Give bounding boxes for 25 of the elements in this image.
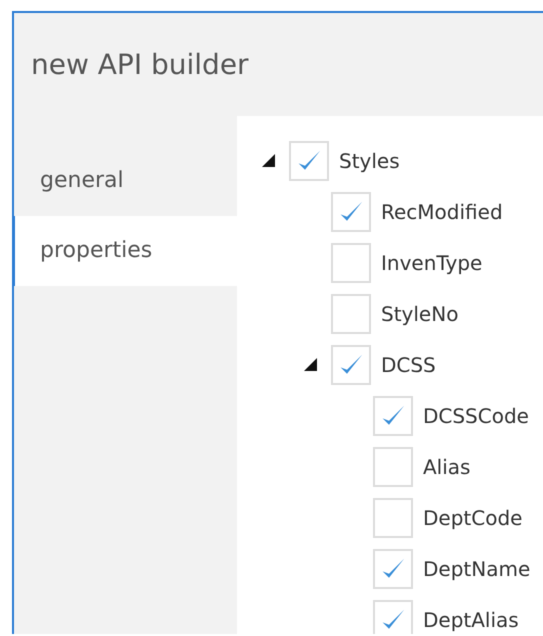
tree-item-label: DeptName xyxy=(423,556,530,580)
expand-arrow-icon[interactable] xyxy=(262,154,275,167)
sidebar-item[interactable]: general xyxy=(12,146,237,216)
tree-item-label: Alias xyxy=(423,454,470,478)
tree-item-label: DCSS xyxy=(381,352,436,376)
tree-item-label: InvenType xyxy=(381,250,482,274)
checkbox[interactable] xyxy=(373,396,413,436)
checkbox[interactable] xyxy=(373,548,413,588)
window-title: new API builder xyxy=(30,47,250,82)
checkbox[interactable] xyxy=(331,192,371,232)
tree-item-label: RecModified xyxy=(381,200,503,224)
tree-item-label: Styles xyxy=(339,148,400,172)
checkbox[interactable] xyxy=(289,140,329,180)
checkbox[interactable] xyxy=(373,600,413,634)
checkbox[interactable] xyxy=(373,446,413,486)
checkbox[interactable] xyxy=(373,498,413,538)
checkbox[interactable] xyxy=(331,344,371,384)
tree-item-label: DCSSCode xyxy=(423,404,529,428)
checkbox[interactable] xyxy=(331,294,371,334)
tree-item-label: DeptCode xyxy=(423,506,522,530)
tree-item-label: DeptAlias xyxy=(423,608,519,632)
checkbox[interactable] xyxy=(331,242,371,282)
tree-item-label: StyleNo xyxy=(381,302,458,326)
expand-arrow-icon[interactable] xyxy=(304,358,317,371)
sidebar-item[interactable]: properties xyxy=(12,216,237,286)
